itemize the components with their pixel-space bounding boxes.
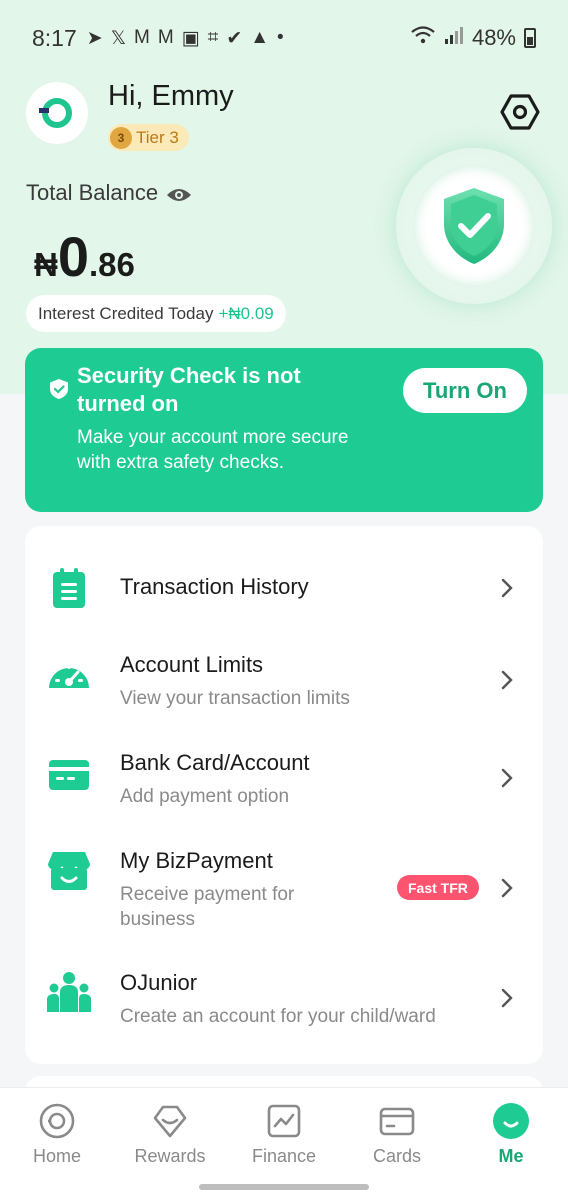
status-bar: 8:17 ➤ 𝕏 M M ▣ ⌗ ✔ ▲ • 48% — [0, 0, 568, 76]
security-shield[interactable] — [396, 148, 552, 304]
nav-label: Me — [498, 1146, 524, 1166]
security-banner[interactable]: Security Check is not turned on Make you… — [25, 348, 543, 512]
battery-percent: 48% — [471, 25, 516, 50]
x-icon: 𝕏 — [110, 27, 126, 49]
balance-amount: ₦ 0 .86 — [34, 224, 135, 289]
balance-label-row: Total Balance — [26, 180, 192, 206]
currency-symbol: ₦ — [34, 246, 58, 283]
menu-item-title: Transaction History — [120, 574, 309, 599]
clipboard-icon — [53, 568, 85, 608]
dot-icon: • — [277, 27, 284, 48]
store-icon — [48, 852, 90, 890]
menu-item-subtitle: Receive payment for business — [120, 884, 295, 930]
menu-item-title: Account Limits — [120, 652, 264, 677]
menu-card: Transaction History Account Limits View … — [25, 526, 543, 1064]
interest-label: Interest Credited Today — [38, 303, 214, 323]
shield-icon — [50, 379, 68, 399]
screenshot-icon: ⌗ — [207, 27, 219, 48]
telegram-icon: ➤ — [86, 27, 103, 49]
battery-icon — [524, 28, 536, 48]
nav-rewards[interactable]: Rewards — [120, 1102, 220, 1167]
gmail-icon: M — [157, 27, 174, 48]
menu-item-title: Bank Card/Account — [120, 750, 310, 775]
logo-icon — [39, 98, 72, 128]
menu-item-subtitle: View your transaction limits — [120, 688, 350, 709]
chevron-right-icon — [501, 768, 513, 788]
bottom-nav: Home Rewards Finance Cards Me — [0, 1087, 568, 1199]
menu-item-transaction-history[interactable]: Transaction History — [25, 550, 543, 626]
nav-label: Home — [32, 1146, 81, 1166]
speedometer-icon — [49, 664, 89, 688]
menu-item-subtitle: Add payment option — [120, 786, 290, 807]
tier-label: Tier 3 — [136, 127, 179, 147]
chevron-right-icon — [501, 988, 513, 1008]
balance-label: Total Balance — [26, 180, 159, 205]
chevron-right-icon — [501, 878, 513, 898]
status-time: 8:17 — [32, 24, 77, 51]
nav-cards[interactable]: Cards — [347, 1102, 447, 1167]
menu-item-bizpayment[interactable]: My BizPayment Receive payment for busine… — [25, 840, 543, 944]
turn-on-button[interactable]: Turn On — [403, 368, 527, 413]
shield-check-icon — [444, 188, 504, 264]
gallery-icon: ▣ — [181, 27, 200, 49]
nav-label: Finance — [251, 1146, 317, 1166]
menu-item-subtitle: Create an account for your child/ward — [120, 1006, 436, 1027]
balance-integer: 0 — [57, 225, 89, 288]
security-title: Security Check is not turned on — [77, 363, 301, 416]
rewards-icon — [153, 1105, 187, 1138]
avatar[interactable] — [26, 82, 88, 144]
card-icon — [49, 760, 89, 790]
menu-item-title: OJunior — [120, 970, 198, 995]
menu-item-bank-card[interactable]: Bank Card/Account Add payment option — [25, 742, 543, 822]
eye-icon[interactable] — [166, 184, 192, 202]
chevron-right-icon — [501, 670, 513, 690]
balance-decimal: .86 — [89, 246, 135, 283]
menu-item-title: My BizPayment — [120, 848, 273, 873]
settings-hexagon-icon — [500, 94, 540, 130]
nav-me[interactable]: Me — [461, 1102, 561, 1167]
medal-icon: 3 — [110, 126, 132, 149]
nav-label: Cards — [372, 1146, 421, 1166]
nav-finance[interactable]: Finance — [234, 1102, 334, 1167]
interest-pill: Interest Credited Today +₦0.09 — [26, 295, 286, 332]
nav-home[interactable]: Home — [7, 1102, 107, 1167]
settings-button[interactable] — [500, 92, 540, 132]
family-icon — [47, 972, 91, 1012]
menu-item-account-limits[interactable]: Account Limits View your transaction lim… — [25, 644, 543, 724]
tier-badge[interactable]: 3 Tier 3 — [108, 124, 189, 151]
chevron-right-icon — [501, 578, 513, 598]
home-indicator[interactable] — [199, 1184, 369, 1190]
home-icon — [39, 1103, 75, 1139]
menu-item-ojunior[interactable]: OJunior Create an account for your child… — [25, 962, 543, 1046]
interest-amount: +₦0.09 — [218, 303, 274, 323]
fast-tfr-badge: Fast TFR — [397, 875, 479, 900]
notification-icons: ➤ 𝕏 M M ▣ ⌗ ✔ ▲ • — [87, 27, 284, 50]
nav-label: Rewards — [134, 1146, 206, 1166]
finance-icon — [267, 1104, 301, 1138]
me-icon — [493, 1103, 529, 1139]
gmail-icon: M — [134, 27, 150, 48]
signal-icon — [444, 25, 464, 51]
wifi-icon — [410, 25, 436, 51]
check-circle-icon: ✔ — [226, 27, 243, 49]
security-description: Make your account more secure with extra… — [77, 427, 349, 473]
cards-icon — [379, 1107, 415, 1136]
greeting: Hi, Emmy — [108, 80, 234, 112]
warning-icon: ▲ — [250, 27, 270, 48]
